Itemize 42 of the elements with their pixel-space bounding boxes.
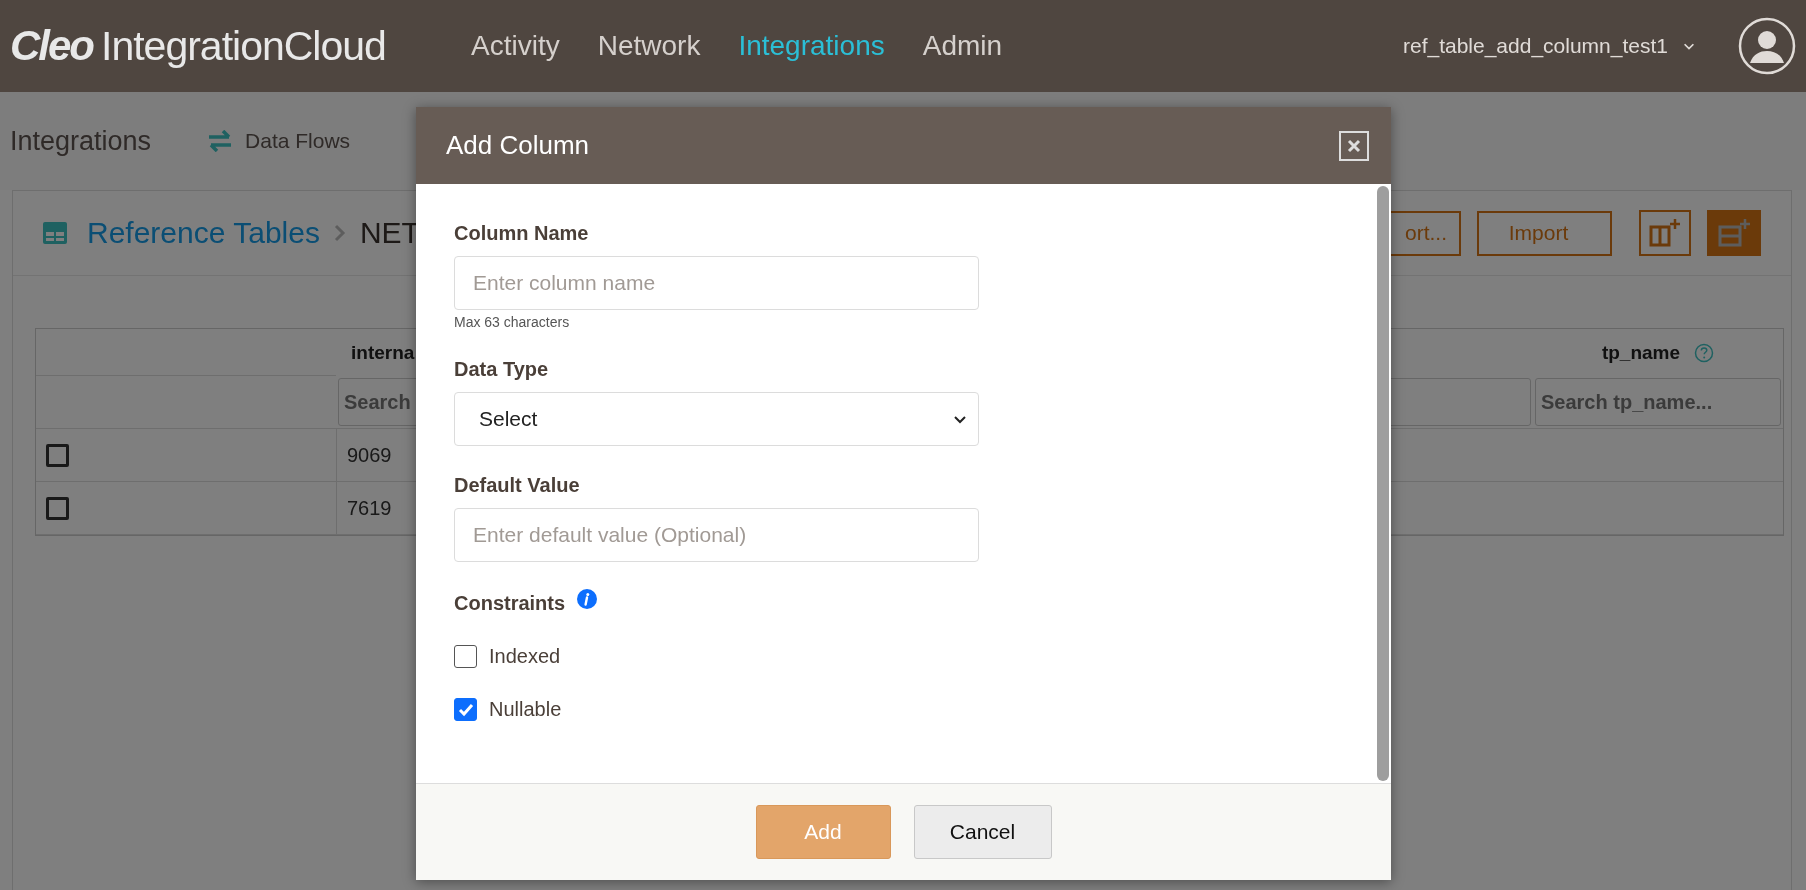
chevron-right-icon (333, 224, 346, 242)
close-icon (1346, 137, 1362, 154)
page-title[interactable]: NET (359, 216, 420, 250)
table-cell: 7619 (347, 496, 392, 520)
field-label: Constraints (454, 592, 566, 615)
add-column-button[interactable] (1639, 210, 1691, 256)
swap-arrows-icon (207, 130, 234, 152)
checkbox-label: Indexed (489, 645, 561, 668)
avatar-icon[interactable] (1738, 17, 1796, 75)
scrollbar[interactable] (1377, 186, 1389, 781)
data-flows-link[interactable]: Data Flows (207, 129, 351, 153)
nav-link[interactable]: Admin (922, 30, 1003, 62)
table-icon (43, 222, 67, 244)
field-label: Column Name (454, 222, 589, 245)
info-icon[interactable] (577, 588, 598, 609)
column-header: tp_name (1601, 341, 1681, 364)
field-hint: Max 63 characters (454, 314, 571, 330)
column-header: interna (351, 341, 415, 364)
table-cell: 9069 (347, 443, 392, 467)
row-checkbox[interactable] (46, 496, 69, 520)
nav-link[interactable]: Activity (471, 30, 560, 62)
checkbox-label: Nullable (489, 698, 562, 721)
checkmark-icon (457, 702, 474, 717)
logo[interactable]: Cleo IntegrationCloud (10, 22, 420, 70)
section-title: Integrations (10, 125, 152, 157)
data-type-select[interactable]: Select (454, 392, 979, 446)
search-field[interactable]: Search tp_name... (1535, 378, 1781, 426)
dialog-title: Add Column (446, 130, 590, 161)
text-input[interactable]: Enter default value (Optional) (454, 508, 979, 562)
checkbox[interactable] (454, 698, 477, 721)
checkbox[interactable] (454, 645, 477, 668)
account-menu[interactable]: ref_table_add_column_test1 (1396, 33, 1702, 59)
add-column-icon (1648, 217, 1682, 249)
text-input[interactable]: Enter column name (454, 256, 979, 310)
nav-link[interactable]: Integrations (738, 30, 885, 62)
nav-link[interactable]: Network (597, 30, 701, 62)
add-row-icon (1717, 217, 1751, 249)
field-label: Data Type (454, 358, 549, 381)
cancel-button[interactable]: Cancel (913, 805, 1052, 859)
row-checkbox[interactable] (46, 443, 69, 467)
close-button[interactable] (1339, 130, 1369, 161)
field-label: Default Value (454, 474, 580, 497)
